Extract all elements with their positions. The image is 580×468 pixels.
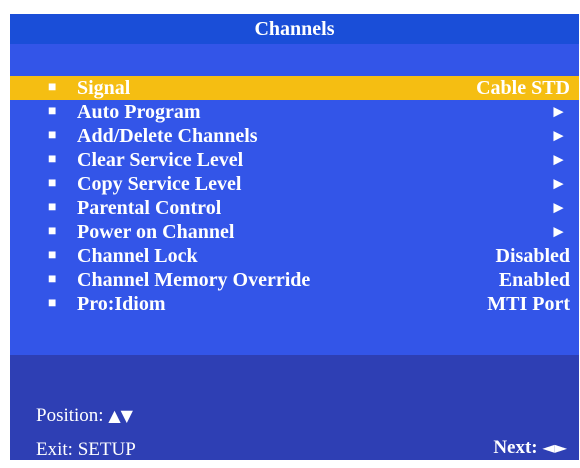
channels-osd-panel: Channels ■ Signal Cable STD ■ Auto Progr… <box>10 14 579 460</box>
menu-item-channel-memory-override[interactable]: ■ Channel Memory Override Enabled <box>10 268 579 292</box>
right-arrow-icon: ► <box>550 222 567 241</box>
next-hint: Next: ◄► <box>493 437 567 459</box>
menu-item-value: Enabled <box>498 269 570 291</box>
help-footer: Position: ▲▼ Exit: SETUP Next: ◄► <box>10 355 579 460</box>
square-bullet-icon: ■ <box>48 224 57 239</box>
square-bullet-icon: ■ <box>48 104 57 119</box>
menu-item-power-on-channel[interactable]: ■ Power on Channel ► <box>10 220 579 244</box>
right-arrow-icon: ► <box>550 150 567 169</box>
left-right-arrows-icon: ◄► <box>542 438 567 457</box>
square-bullet-icon: ■ <box>48 296 57 311</box>
right-arrow-icon: ► <box>550 198 567 217</box>
menu-item-label: Auto Program <box>77 101 201 123</box>
menu-item-label: Parental Control <box>77 197 222 219</box>
channels-menu: ■ Signal Cable STD ■ Auto Program ► ■ Ad… <box>10 76 579 316</box>
menu-item-clear-service-level[interactable]: ■ Clear Service Level ► <box>10 148 579 172</box>
menu-item-copy-service-level[interactable]: ■ Copy Service Level ► <box>10 172 579 196</box>
square-bullet-icon: ■ <box>48 80 57 95</box>
square-bullet-icon: ■ <box>48 200 57 215</box>
next-label: Next: <box>493 437 538 458</box>
menu-item-add-delete-channels[interactable]: ■ Add/Delete Channels ► <box>10 124 579 148</box>
position-label: Position: <box>36 405 104 426</box>
menu-item-value: MTI Port <box>487 293 570 315</box>
right-arrow-icon: ► <box>550 102 567 121</box>
menu-item-signal[interactable]: ■ Signal Cable STD <box>10 76 579 100</box>
menu-item-parental-control[interactable]: ■ Parental Control ► <box>10 196 579 220</box>
menu-title: Channels <box>10 14 579 44</box>
position-hint: Position: ▲▼ <box>36 405 133 427</box>
menu-item-label: Signal <box>77 77 131 99</box>
up-down-arrows-icon: ▲▼ <box>108 406 133 425</box>
square-bullet-icon: ■ <box>48 176 57 191</box>
square-bullet-icon: ■ <box>48 128 57 143</box>
menu-item-label: Copy Service Level <box>77 173 242 195</box>
exit-hint: Exit: SETUP <box>36 439 136 460</box>
menu-item-pro-idiom[interactable]: ■ Pro:Idiom MTI Port <box>10 292 579 316</box>
menu-item-label: Channel Memory Override <box>77 269 311 291</box>
menu-item-label: Add/Delete Channels <box>77 125 258 147</box>
square-bullet-icon: ■ <box>48 152 57 167</box>
menu-item-label: Power on Channel <box>77 221 235 243</box>
menu-item-value: Cable STD <box>476 77 570 99</box>
menu-item-label: Clear Service Level <box>77 149 244 171</box>
menu-item-label: Pro:Idiom <box>77 293 166 315</box>
square-bullet-icon: ■ <box>48 272 57 287</box>
menu-item-auto-program[interactable]: ■ Auto Program ► <box>10 100 579 124</box>
menu-item-channel-lock[interactable]: ■ Channel Lock Disabled <box>10 244 579 268</box>
right-arrow-icon: ► <box>550 174 567 193</box>
right-arrow-icon: ► <box>550 126 567 145</box>
menu-item-value: Disabled <box>495 245 570 267</box>
menu-item-label: Channel Lock <box>77 245 198 267</box>
square-bullet-icon: ■ <box>48 248 57 263</box>
